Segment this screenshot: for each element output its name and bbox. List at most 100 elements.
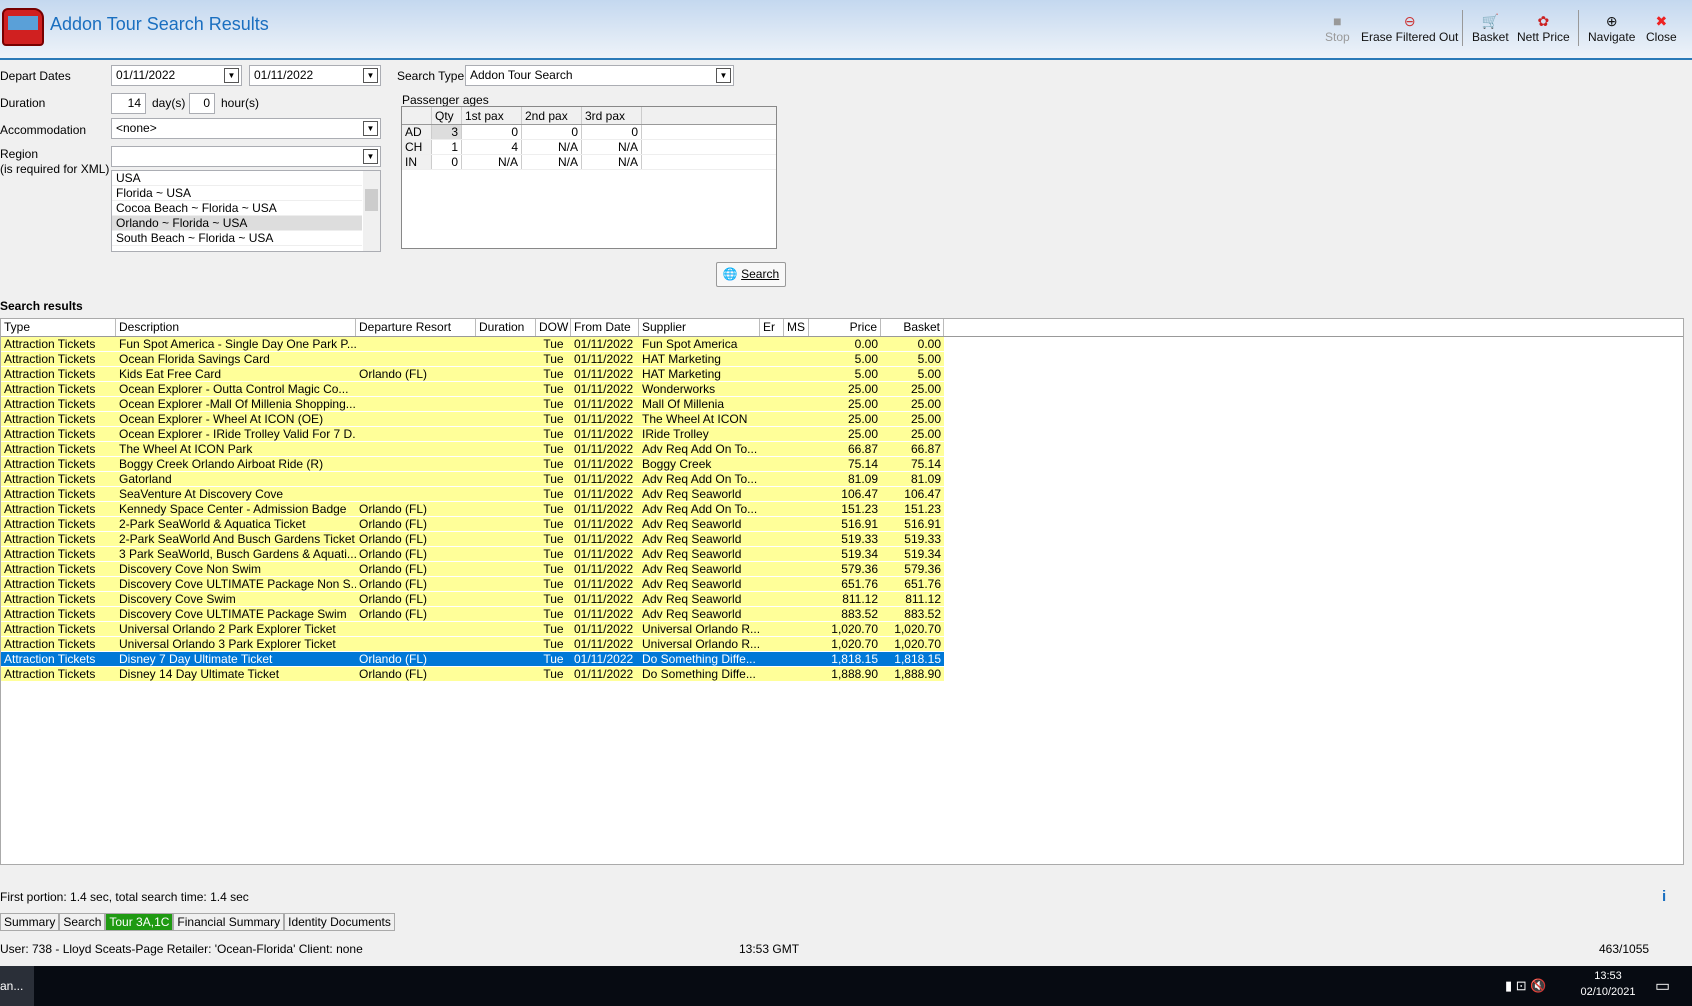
table-row[interactable]: Attraction Tickets Discovery Cove Swim Orl… [1,592,1683,607]
passenger-ages-grid[interactable]: Qty 1st pax 2nd pax 3rd pax AD 3 0 0 0 CH 1 4 N/A N/A… [401,106,777,249]
table-row[interactable]: Attraction Tickets Kennedy Space Center -… [1,502,1683,517]
search-timing: First portion: 1.4 sec, total search tim… [0,890,249,904]
tab-search[interactable]: Search [59,913,106,931]
table-row[interactable]: Attraction Tickets Boggy Creek Orlando Ai… [1,457,1683,472]
table-row[interactable]: Attraction Tickets Discovery Cove ULTIMAT… [1,607,1683,622]
column-header-duration[interactable]: Duration [476,319,536,336]
passenger-cell[interactable]: 0 [582,125,642,139]
table-cell: 25.00 [809,382,881,396]
table-row[interactable]: Attraction Tickets Ocean Explorer -Mall O… [1,397,1683,412]
column-header-departure-resort[interactable]: Departure Resort [356,319,476,336]
table-row[interactable]: Attraction Tickets Ocean Florida Savings … [1,352,1683,367]
dropdown-arrow-icon[interactable]: ▼ [363,68,378,83]
passenger-cell[interactable]: 0 [462,125,522,139]
erase-filtered-button[interactable]: ⊖ Erase Filtered Out [1361,12,1458,44]
table-row[interactable]: Attraction Tickets Ocean Explorer - Outta… [1,382,1683,397]
close-label: Close [1646,30,1677,44]
column-header-price[interactable]: Price [809,319,881,336]
tab-financial-summary[interactable]: Financial Summary [173,913,285,931]
info-icon[interactable]: i [1662,888,1666,905]
dropdown-arrow-icon[interactable]: ▼ [224,68,239,83]
column-header-type[interactable]: Type [1,319,116,336]
dropdown-arrow-icon[interactable]: ▼ [716,68,731,83]
table-row[interactable]: Attraction Tickets 2-Park SeaWorld And Bu… [1,532,1683,547]
accommodation-select[interactable]: <none> ▼ [111,118,381,139]
region-list-item[interactable]: Cocoa Beach ~ Florida ~ USA [112,201,362,216]
tab-identity-documents[interactable]: Identity Documents [284,913,395,931]
column-header-description[interactable]: Description [116,319,356,336]
passenger-row[interactable]: IN 0 N/A N/A N/A [402,155,776,170]
passenger-row[interactable]: AD 3 0 0 0 [402,125,776,140]
passenger-cell: IN [402,155,432,169]
passenger-cell[interactable]: N/A [462,155,522,169]
table-cell [760,547,784,561]
region-listbox[interactable]: USA Florida ~ USA Cocoa Beach ~ Florida ~ … [111,170,381,252]
listbox-scrollbar[interactable] [363,171,380,251]
table-cell: Attraction Tickets [1,427,116,441]
table-cell [476,637,536,651]
passenger-cell[interactable]: N/A [582,140,642,154]
region-list-item[interactable]: Orlando ~ Florida ~ USA [112,216,362,231]
passenger-cell[interactable]: 1 [432,140,462,154]
tray-icons[interactable]: ▮ ⊡ 🔇 [1505,978,1546,994]
tab-summary[interactable]: Summary [0,913,60,931]
passenger-cell[interactable]: 0 [522,125,582,139]
depart-to-field[interactable]: 01/11/2022 ▼ [249,65,381,86]
region-list-item[interactable]: South Beach ~ Florida ~ USA [112,231,362,246]
basket-button[interactable]: 🛒 Basket [1472,12,1509,44]
hours-unit: hour(s) [221,96,260,110]
passenger-cell[interactable]: N/A [582,155,642,169]
column-header-dow[interactable]: DOW [536,319,571,336]
taskbar-app[interactable]: an... [0,966,34,1006]
column-header-basket[interactable]: Basket [881,319,944,336]
table-row[interactable]: Attraction Tickets SeaVenture At Discover… [1,487,1683,502]
notification-icon[interactable]: ▭ [1655,976,1670,996]
table-row[interactable]: Attraction Tickets Disney 7 Day Ultimate … [1,652,1683,667]
table-cell: Discovery Cove ULTIMATE Package Swim [116,607,356,621]
column-header-from-date[interactable]: From Date [571,319,639,336]
region-select[interactable]: ▼ [111,146,381,167]
passenger-cell[interactable]: 4 [462,140,522,154]
region-list-item[interactable]: Florida ~ USA [112,186,362,201]
duration-days-input[interactable]: 14 [111,93,146,114]
column-header-ms[interactable]: MS [784,319,809,336]
results-grid[interactable]: Type Description Departure Resort Duration D… [0,318,1684,865]
table-row[interactable]: Attraction Tickets Ocean Explorer - Wheel… [1,412,1683,427]
dropdown-arrow-icon[interactable]: ▼ [363,121,378,136]
column-header-supplier[interactable]: Supplier [639,319,760,336]
table-cell: 66.87 [881,442,944,456]
table-row[interactable]: Attraction Tickets Ocean Explorer - IRide… [1,427,1683,442]
dropdown-arrow-icon[interactable]: ▼ [363,149,378,164]
table-row[interactable]: Attraction Tickets Gatorland Tue 01/11/2022… [1,472,1683,487]
passenger-cell[interactable]: 0 [432,155,462,169]
depart-from-field[interactable]: 01/11/2022 ▼ [111,65,242,86]
table-row[interactable]: Attraction Tickets Universal Orlando 2 Pa… [1,622,1683,637]
table-row[interactable]: Attraction Tickets Kids Eat Free Card Orla… [1,367,1683,382]
tab-tour-3a-1c[interactable]: Tour 3A,1C [105,913,174,931]
table-cell: Attraction Tickets [1,457,116,471]
nett-price-button[interactable]: ✿ Nett Price [1517,12,1570,44]
table-row[interactable]: Attraction Tickets 3 Park SeaWorld, Busch… [1,547,1683,562]
navigate-button[interactable]: ⊕ Navigate [1588,12,1635,44]
passenger-cell[interactable]: N/A [522,140,582,154]
passenger-row[interactable]: CH 1 4 N/A N/A [402,140,776,155]
duration-hours-input[interactable]: 0 [189,93,215,114]
table-cell: Attraction Tickets [1,442,116,456]
table-row[interactable]: Attraction Tickets 2-Park SeaWorld & Aqua… [1,517,1683,532]
search-type-select[interactable]: Addon Tour Search ▼ [465,65,734,86]
table-row[interactable]: Attraction Tickets Discovery Cove Non Swi… [1,562,1683,577]
table-row[interactable]: Attraction Tickets Discovery Cove ULTIMAT… [1,577,1683,592]
table-cell: 81.09 [881,472,944,486]
region-list-item[interactable]: USA [112,171,362,186]
column-header-er[interactable]: Er [760,319,784,336]
table-row[interactable]: Attraction Tickets Fun Spot America - Sin… [1,337,1683,352]
passenger-cell[interactable]: N/A [522,155,582,169]
stop-button[interactable]: ■ Stop [1325,12,1350,44]
table-row[interactable]: Attraction Tickets Disney 14 Day Ultimate… [1,667,1683,682]
clock[interactable]: 13:53 02/10/2021 [1578,970,1638,998]
search-button[interactable]: 🌐 Search [716,262,786,287]
table-row[interactable]: Attraction Tickets The Wheel At ICON Park… [1,442,1683,457]
close-button[interactable]: ✖ Close [1646,12,1677,44]
passenger-cell[interactable]: 3 [432,125,462,139]
table-row[interactable]: Attraction Tickets Universal Orlando 3 Pa… [1,637,1683,652]
